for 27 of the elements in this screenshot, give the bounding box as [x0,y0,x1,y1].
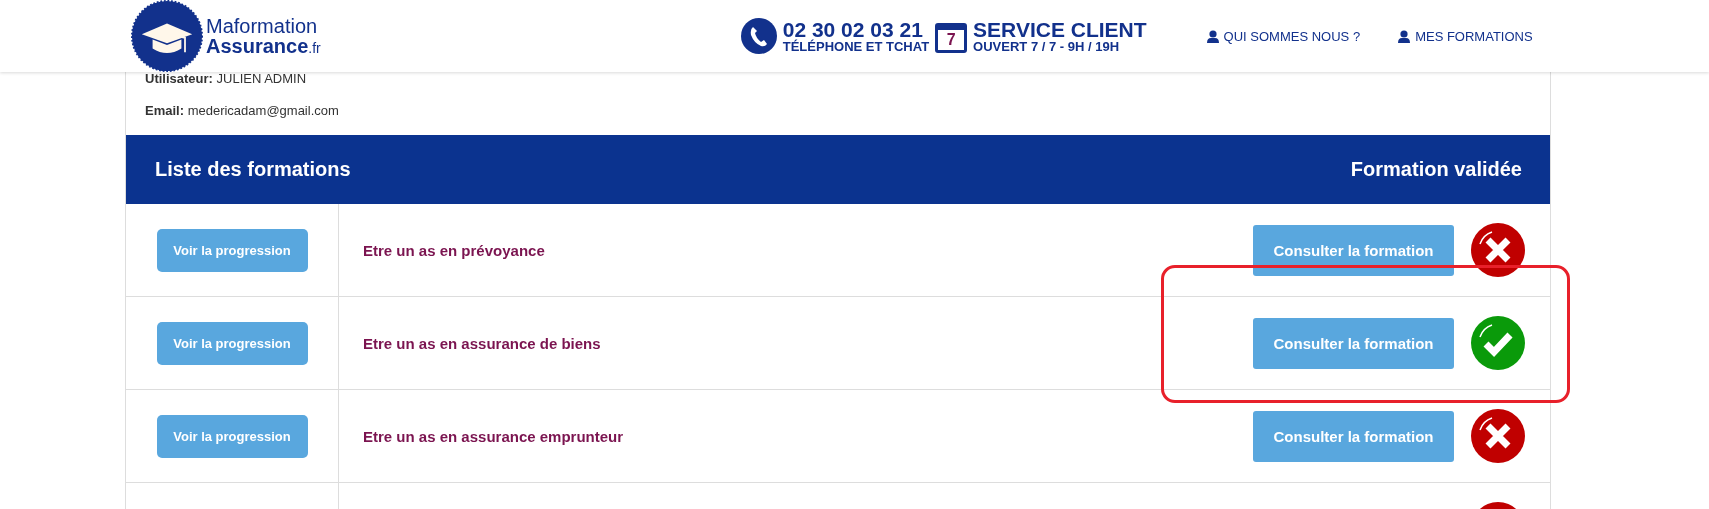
nav-link[interactable]: MES FORMATIONS [1398,28,1533,44]
open-course-button[interactable]: Consulter la formation [1253,224,1454,276]
open-course-button[interactable]: Consulter la formation [1253,317,1454,369]
column-heading: Formation validée [1350,158,1522,181]
phone-icon [740,18,777,54]
open-course-button[interactable]: Consulter la formation [1253,410,1454,462]
service-hours: OUVERT 7 / 7 - 9H / 19H [973,40,1121,53]
graduation-cap-icon [131,0,203,72]
service-title: SERVICE CLIENT [973,19,1147,40]
logo-text: Assurance [206,36,309,56]
logo-text: Maformation [206,16,319,36]
table-title: Liste des formations [155,158,351,181]
calendar-icon: 7 [935,23,968,53]
course-name: Etre un as en prévoyance [363,241,546,259]
course-name: Etre un as en assurance de biens [363,334,602,352]
user-icon [1398,29,1411,43]
phone-number: 02 30 02 03 21 [782,19,924,40]
email-line: Email: medericadam@gmail.com [145,103,340,119]
phone-caption: TÉLÉPHONE ET TCHAT [782,40,930,53]
nav-link[interactable]: QUI SOMMES NOUS ? [1206,28,1361,44]
course-name: Etre un as en assurance emprunteur [363,427,625,445]
progress-button[interactable]: Voir la progression [156,321,308,365]
progress-button[interactable]: Voir la progression [156,228,308,272]
logo-text: .fr [308,41,321,55]
progress-button[interactable]: Voir la progression [156,414,308,458]
user-line: Utilisateur: JULIEN ADMIN [145,71,308,87]
user-icon [1206,29,1219,43]
